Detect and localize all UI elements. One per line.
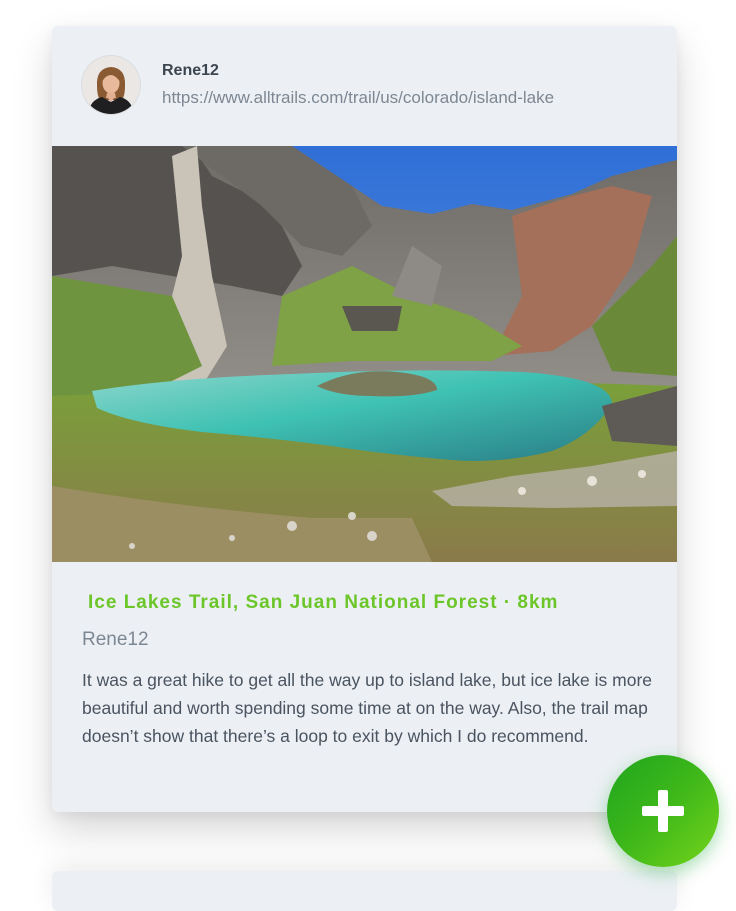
user-photo-icon — [82, 56, 140, 114]
trail-title[interactable]: Ice Lakes Trail, San Juan National Fores… — [88, 592, 558, 614]
review-text: It was a great hike to get all the way u… — [82, 670, 653, 746]
author-name[interactable]: Rene12 — [162, 62, 219, 80]
post-card: Rene12 https://www.alltrails.com/trail/u… — [52, 26, 677, 812]
avatar[interactable] — [82, 56, 140, 114]
review-author: Rene12 — [82, 629, 149, 650]
post-header: Rene12 https://www.alltrails.com/trail/u… — [52, 26, 677, 146]
trail-url-link[interactable]: https://www.alltrails.com/trail/us/color… — [162, 88, 554, 108]
plus-icon — [642, 790, 684, 832]
trail-photo — [52, 146, 677, 562]
add-post-button[interactable] — [607, 755, 719, 867]
next-post-card — [52, 871, 677, 911]
